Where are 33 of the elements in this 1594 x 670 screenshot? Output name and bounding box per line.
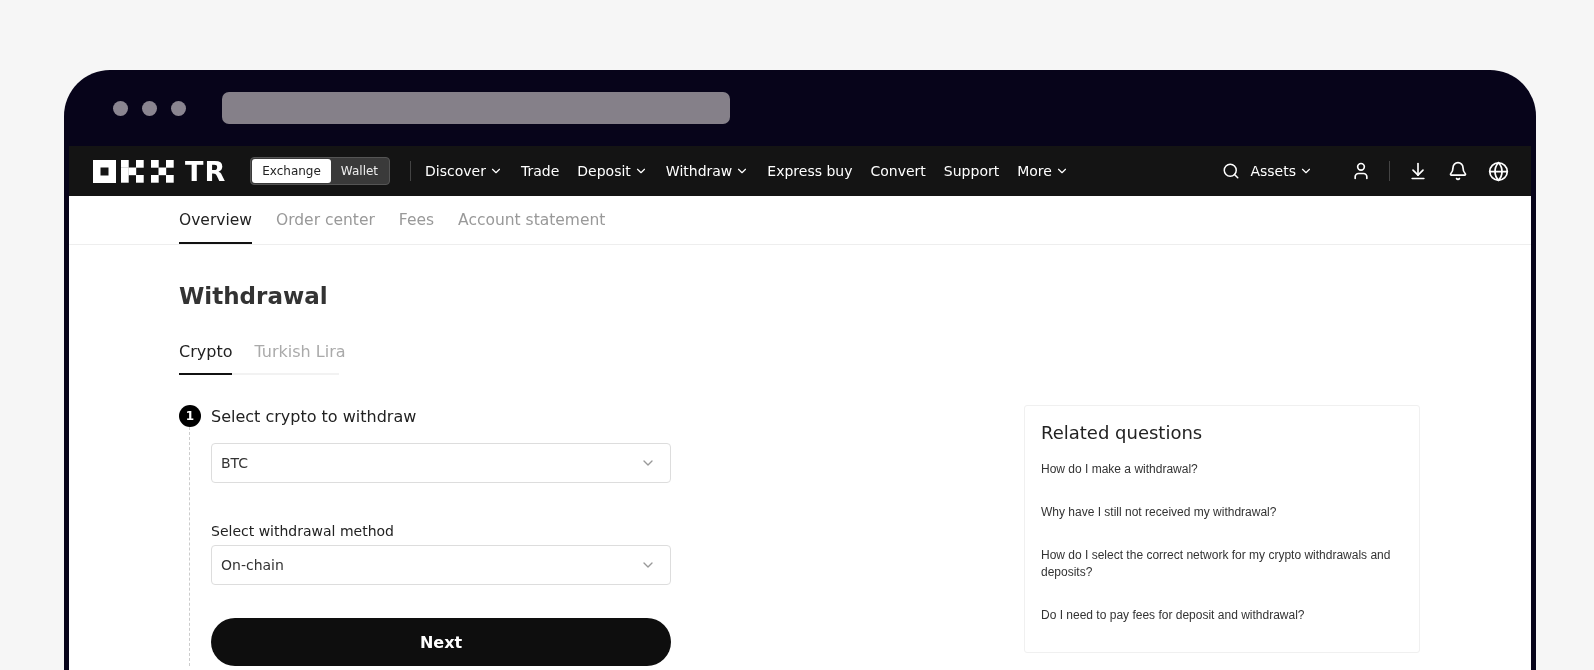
question-link[interactable]: Do I need to pay fees for deposit and withdrawal? — [1041, 607, 1403, 624]
nav-link[interactable]: Convert — [870, 163, 926, 179]
bell-icon[interactable] — [1448, 161, 1468, 181]
card-title: Related questions — [1041, 422, 1204, 443]
nav-link[interactable]: Support — [943, 163, 1000, 179]
globe-icon[interactable] — [1488, 160, 1509, 182]
window-dot — [142, 100, 157, 116]
next-button[interactable]: Next — [211, 618, 671, 666]
nav-link[interactable]: Express buy — [767, 163, 853, 179]
user-icon[interactable] — [1351, 161, 1371, 181]
window-dot — [171, 100, 186, 116]
step-title: Select crypto to withdraw — [211, 406, 417, 426]
logo-text: TR — [185, 157, 227, 185]
nav-link[interactable]: Withdraw — [665, 163, 750, 179]
download-icon[interactable] — [1408, 161, 1428, 181]
method-select[interactable]: On-chain — [211, 545, 671, 585]
field-label: Select withdrawal method — [211, 523, 395, 539]
mode-tab[interactable]: Exchange — [252, 159, 331, 183]
question-link[interactable]: How do I select the correct network for my crypto withdrawals and deposits? — [1041, 547, 1403, 581]
nav-link[interactable]: Discover — [425, 163, 503, 179]
crypto-select[interactable]: BTC — [211, 443, 671, 483]
nav-link[interactable]: Deposit — [577, 163, 648, 179]
question-link[interactable]: Why have I still not received my withdrawal? — [1041, 504, 1403, 521]
assets-menu[interactable]: Assets — [1250, 163, 1313, 179]
page-title: Withdrawal — [179, 283, 329, 309]
question-link[interactable]: How do I make a withdrawal? — [1041, 461, 1403, 478]
mode-tab[interactable]: Wallet — [330, 159, 389, 183]
step-number: 1 — [179, 405, 201, 427]
window-dot — [113, 100, 128, 116]
nav-link[interactable]: Trade — [520, 163, 560, 179]
nav-link[interactable]: More — [1017, 163, 1069, 179]
currency-tab[interactable]: Crypto — [179, 342, 233, 375]
search-icon[interactable] — [1222, 162, 1241, 180]
